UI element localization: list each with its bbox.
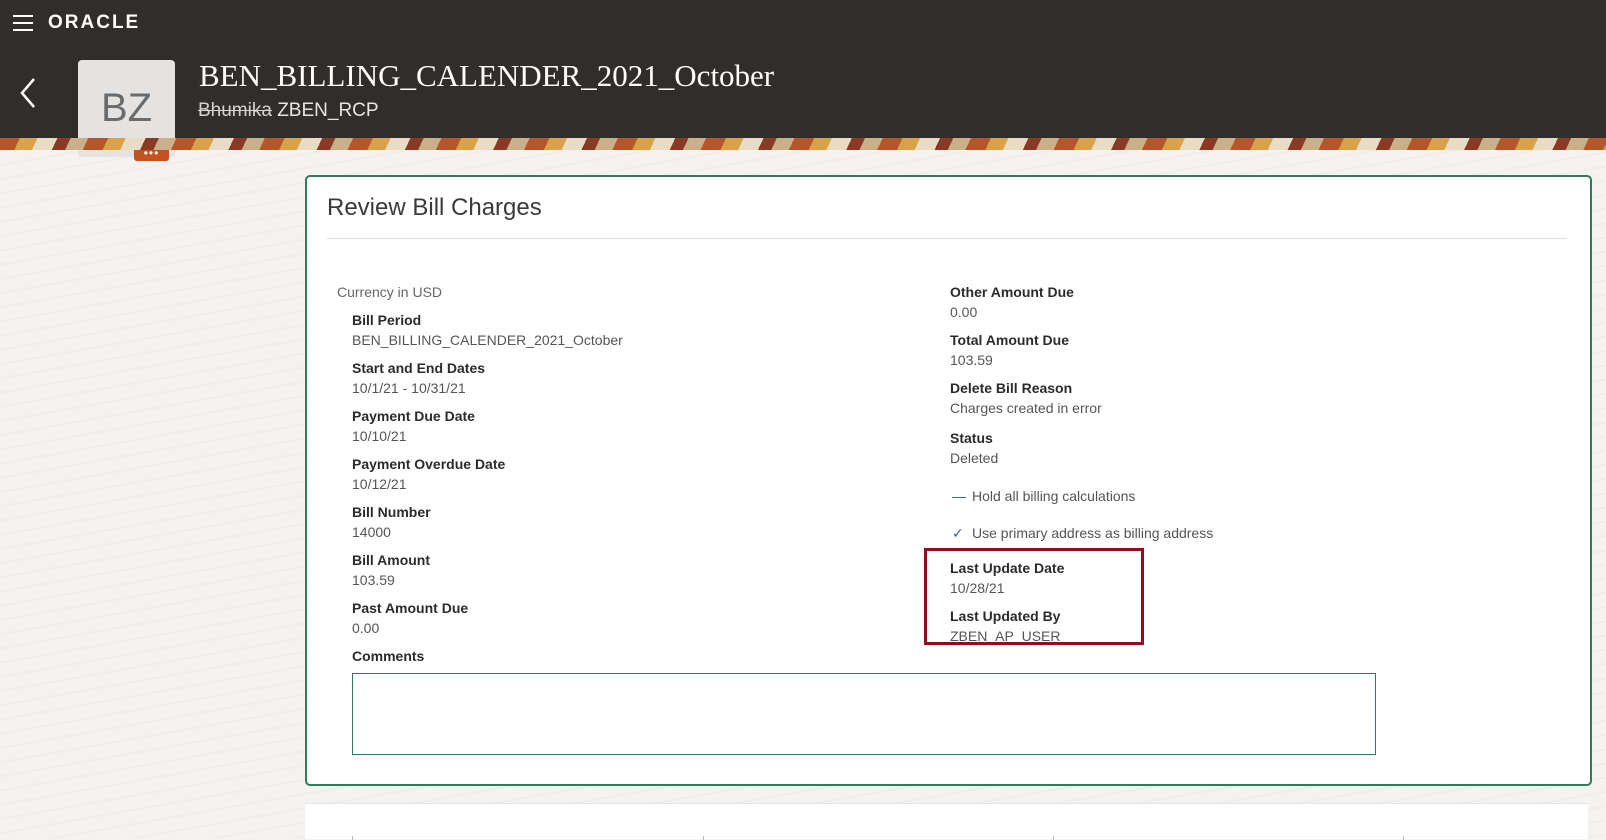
start-end-dates-field: Start and End Dates 10/1/21 - 10/31/21 (352, 360, 485, 396)
field-label: Total Amount Due (950, 332, 1069, 348)
tick-mark (352, 836, 353, 840)
currency-note: Currency in USD (337, 284, 443, 300)
field-value: 0.00 (950, 304, 978, 320)
field-value: 0.00 (352, 620, 380, 636)
check-icon: ✓ (952, 525, 964, 541)
back-icon[interactable] (18, 76, 38, 110)
comments-textarea[interactable] (352, 673, 1376, 755)
page-subtitle: Bhumika ZBEN_RCP (198, 100, 379, 122)
page-title: BEN_BILLING_CALENDER_2021_October (199, 58, 775, 93)
field-value: 103.59 (950, 352, 993, 368)
field-label: Other Amount Due (950, 284, 1074, 300)
comments-label-field: Comments (352, 648, 424, 664)
delete-bill-reason-field: Delete Bill Reason Charges created in er… (950, 380, 1102, 416)
field-label: Bill Period (352, 312, 422, 328)
oracle-logo: ORACLE (48, 12, 141, 33)
card-title: Review Bill Charges (327, 194, 542, 221)
field-label: Payment Due Date (352, 408, 475, 424)
field-value: BEN_BILLING_CALENDER_2021_October (352, 332, 623, 348)
field-value: Charges created in error (950, 400, 1102, 416)
hold-billing-checkbox[interactable]: — Hold all billing calculations (952, 488, 1135, 504)
field-label: Bill Amount (352, 552, 431, 568)
field-label: Bill Number (352, 504, 431, 520)
tick-mark (1053, 836, 1054, 840)
next-section-card (305, 803, 1588, 840)
divider (327, 238, 1567, 239)
total-amount-due-field: Total Amount Due 103.59 (950, 332, 1069, 368)
bill-period-field: Bill Period BEN_BILLING_CALENDER_2021_Oc… (352, 312, 623, 348)
menu-icon[interactable] (13, 15, 33, 31)
subtitle-code: ZBEN_RCP (277, 100, 379, 121)
payment-due-date-field: Payment Due Date 10/10/21 (352, 408, 475, 444)
redacted-name: Bhumika (198, 100, 272, 121)
field-value: 10/10/21 (352, 428, 407, 444)
payment-overdue-date-field: Payment Overdue Date 10/12/21 (352, 456, 505, 492)
field-label: Start and End Dates (352, 360, 486, 376)
past-amount-due-field: Past Amount Due 0.00 (352, 600, 468, 636)
bill-number-field: Bill Number 14000 (352, 504, 431, 540)
status-field: Status Deleted (950, 430, 998, 466)
other-amount-due-field: Other Amount Due 0.00 (950, 284, 1074, 320)
field-value: 103.59 (352, 572, 395, 588)
primary-address-checkbox[interactable]: ✓ Use primary address as billing address (952, 525, 1213, 542)
banner-decoration (0, 138, 1606, 150)
checkbox-label: Hold all billing calculations (972, 488, 1136, 504)
field-value: 10/1/21 - 10/31/21 (352, 380, 466, 396)
dash-icon: — (952, 488, 966, 504)
comments-label: Comments (352, 648, 425, 664)
field-label: Past Amount Due (352, 600, 469, 616)
bill-amount-field: Bill Amount 103.59 (352, 552, 430, 588)
field-value: 10/12/21 (352, 476, 407, 492)
field-value: 14000 (352, 524, 391, 540)
top-header: ORACLE BZ ••• BEN_BILLING_CALENDER_2021_… (0, 0, 1606, 161)
field-label: Delete Bill Reason (950, 380, 1073, 396)
tick-mark (1403, 836, 1404, 840)
field-value: Deleted (950, 450, 999, 466)
tick-mark (703, 836, 704, 840)
checkbox-label: Use primary address as billing address (972, 525, 1214, 541)
field-label: Status (950, 430, 993, 446)
field-label: Payment Overdue Date (352, 456, 506, 472)
highlight-annotation-box (924, 548, 1144, 645)
